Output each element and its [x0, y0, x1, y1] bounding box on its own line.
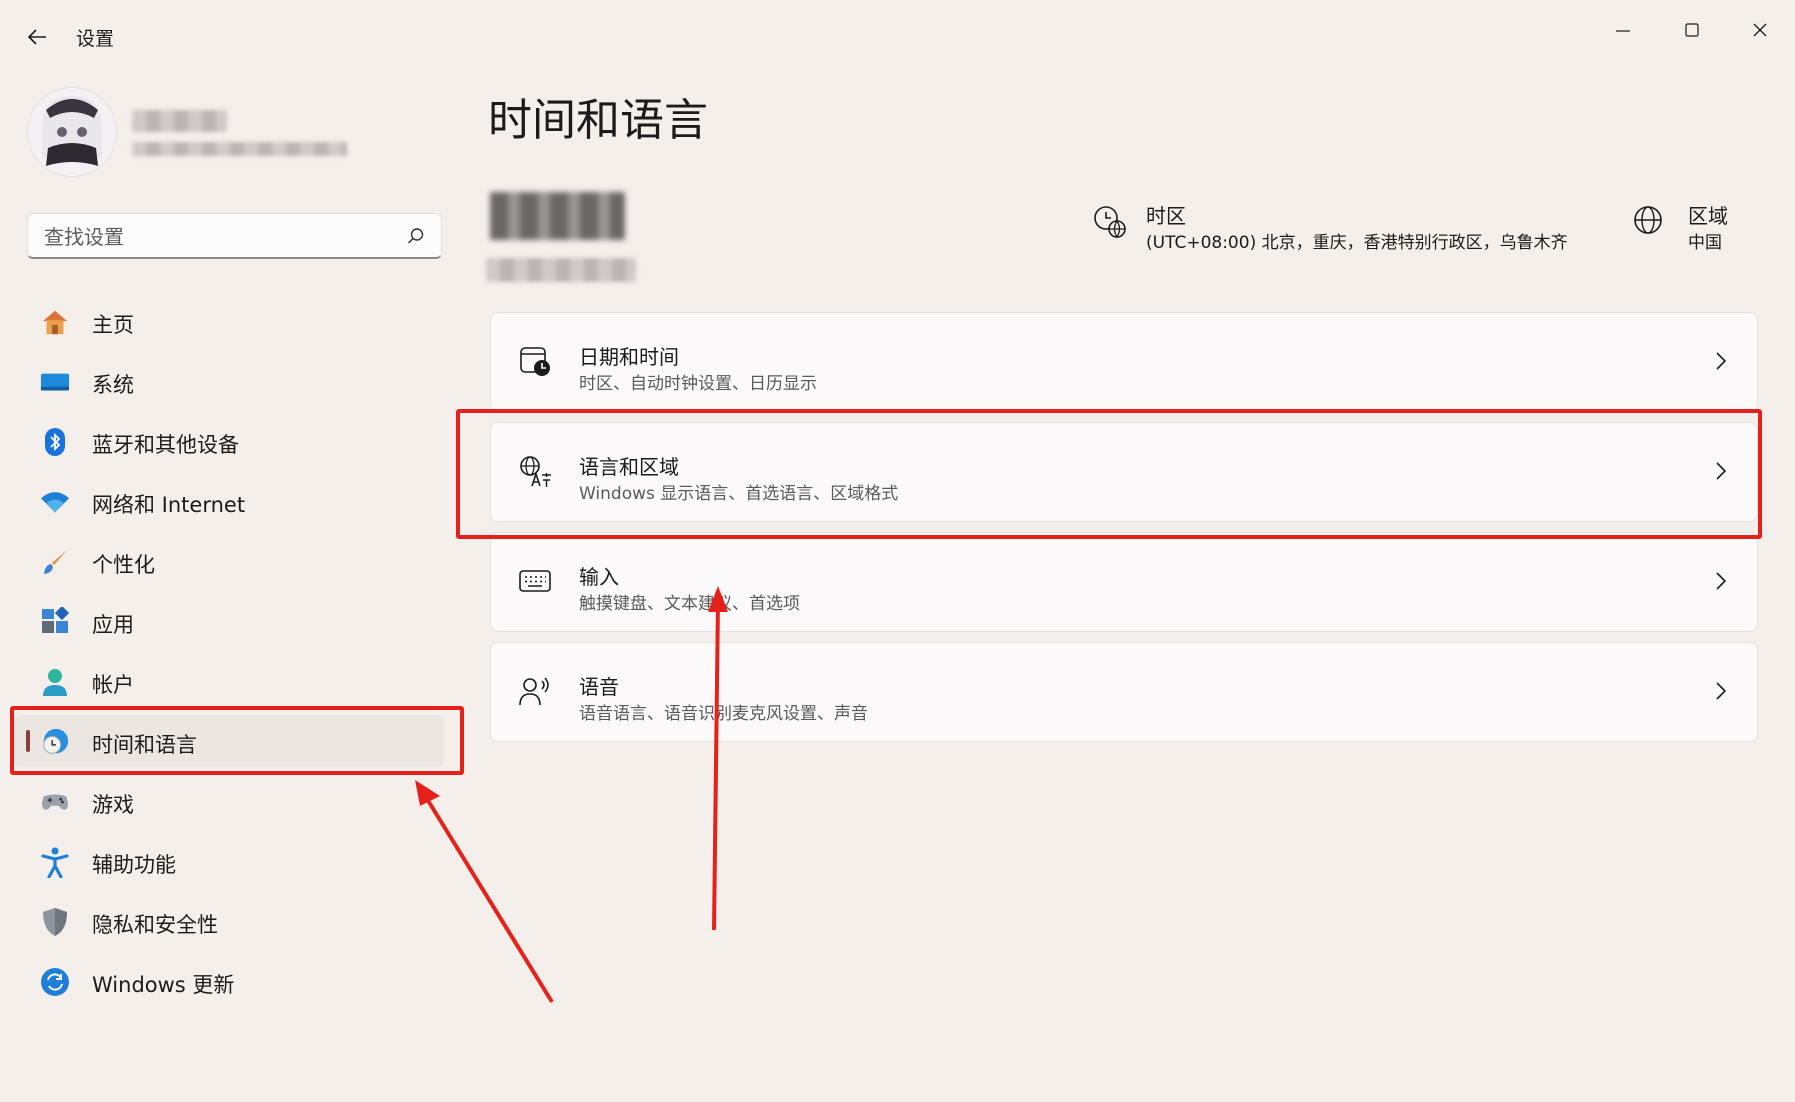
annotation-arrows — [415, 586, 728, 1004]
arrowhead-to-sidebar — [415, 780, 440, 806]
arrowhead-to-language-card — [708, 586, 728, 612]
arrow-line-to-sidebar — [422, 792, 554, 1004]
arrow-line-to-language-card — [712, 599, 720, 931]
settings-window: 设置 查找设置 主页 系统 蓝牙和其他设备 网络和 Internet 个性化 应… — [0, 0, 1795, 1102]
